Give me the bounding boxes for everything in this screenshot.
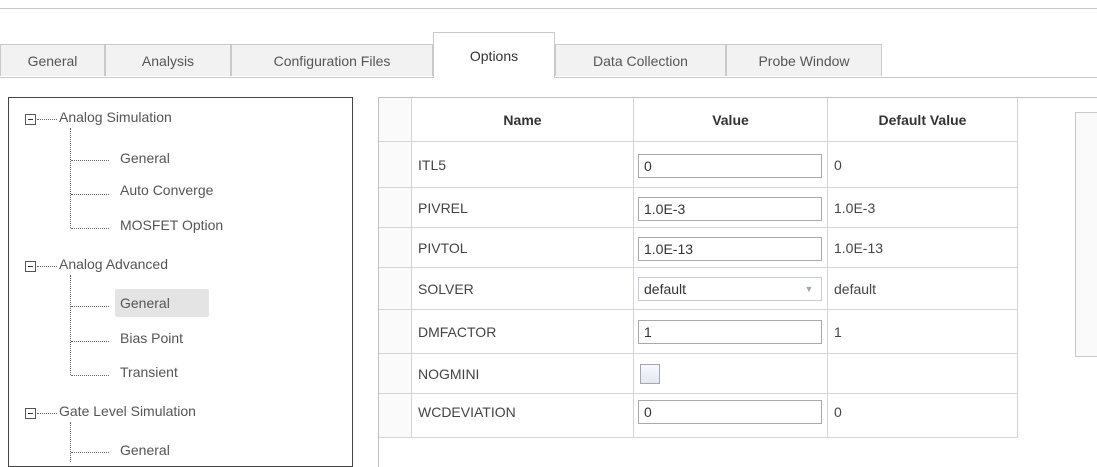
tree-item-general[interactable]: General: [120, 442, 170, 458]
tab-label: Options: [469, 47, 519, 64]
property-name: DMFACTOR: [412, 310, 634, 354]
tab-label: Configuration Files: [273, 52, 391, 69]
vertical-scrollbar[interactable]: [1075, 112, 1097, 357]
nogmini-checkbox[interactable]: [640, 364, 660, 384]
tab-configuration-files[interactable]: Configuration Files: [231, 44, 433, 76]
tree-connector: [37, 119, 57, 120]
collapse-icon[interactable]: [25, 261, 36, 272]
solver-combo-value: default: [644, 281, 687, 297]
tree-group-analog-simulation[interactable]: Analog Simulation: [59, 109, 172, 125]
tree-connector: [70, 422, 71, 462]
tree-connector: [37, 413, 57, 414]
tree-item-general-selected[interactable]: General: [120, 295, 170, 311]
column-header-value[interactable]: Value: [634, 98, 828, 142]
property-grid: Name Value Default Value ITL5 0 0 PIVREL…: [378, 97, 1097, 467]
dmfactor-value-input[interactable]: 1: [638, 320, 822, 344]
tree-group-gate-level-simulation[interactable]: Gate Level Simulation: [59, 403, 196, 419]
column-header-default-value[interactable]: Default Value: [828, 98, 1018, 142]
tab-label: Analysis: [141, 52, 195, 69]
tree-connector: [71, 306, 109, 307]
chevron-down-icon[interactable]: ▼: [797, 278, 821, 300]
property-name: SOLVER: [412, 268, 634, 310]
tree-connector: [37, 266, 57, 267]
property-value-cell: [634, 354, 828, 394]
property-default: 1.0E-3: [828, 188, 1018, 228]
tab-general[interactable]: General: [0, 44, 105, 76]
tree-connector: [71, 375, 109, 376]
tree-connector: [70, 128, 71, 228]
property-default: 1: [828, 310, 1018, 354]
tree-connector: [71, 160, 109, 161]
tab-label: Probe Window: [758, 52, 850, 69]
tree-item-auto-converge[interactable]: Auto Converge: [120, 182, 213, 198]
pivrel-value-input[interactable]: 1.0E-3: [638, 197, 822, 221]
tab-analysis[interactable]: Analysis: [105, 44, 231, 76]
collapse-icon[interactable]: [25, 114, 36, 125]
wcdeviation-value-input[interactable]: 0: [638, 400, 822, 424]
tab-label: General: [27, 52, 78, 69]
property-name: PIVREL: [412, 188, 634, 228]
row-header: [379, 188, 412, 228]
tree-group-analog-advanced[interactable]: Analog Advanced: [59, 256, 168, 272]
row-header: [379, 142, 412, 188]
tree-item-mosfet-option[interactable]: MOSFET Option: [120, 217, 223, 233]
row-header: [379, 98, 412, 142]
property-default: 1.0E-13: [828, 228, 1018, 268]
tab-probe-window[interactable]: Probe Window: [726, 44, 882, 76]
tree-connector: [71, 194, 109, 195]
tab-bar: General Analysis Configuration Files Opt…: [0, 0, 1097, 82]
tab-data-collection[interactable]: Data Collection: [555, 44, 726, 76]
solver-combo[interactable]: default ▼: [638, 277, 822, 301]
pivtol-value-input[interactable]: 1.0E-13: [638, 237, 822, 261]
tree-item-bias-point[interactable]: Bias Point: [120, 330, 183, 346]
row-header: [379, 394, 412, 438]
tree-connector: [71, 228, 109, 229]
row-header: [379, 310, 412, 354]
tree-connector: [71, 341, 109, 342]
tab-label: Data Collection: [593, 52, 688, 69]
itl5-value-input[interactable]: 0: [638, 154, 822, 178]
property-name: NOGMINI: [412, 354, 634, 394]
tree-connector: [70, 275, 71, 375]
property-name: PIVTOL: [412, 228, 634, 268]
options-tree[interactable]: Analog Simulation General Auto Converge …: [8, 97, 353, 467]
property-default: [828, 354, 1018, 394]
column-header-name[interactable]: Name: [412, 98, 634, 142]
property-name: ITL5: [412, 142, 634, 188]
tab-options[interactable]: Options: [433, 32, 555, 78]
tree-item-transient[interactable]: Transient: [120, 364, 178, 380]
property-default: 0: [828, 394, 1018, 438]
tree-item-general[interactable]: General: [120, 150, 170, 166]
row-header: [379, 354, 412, 394]
row-header: [379, 228, 412, 268]
property-default: default: [828, 268, 1018, 310]
property-name: WCDEVIATION: [412, 394, 634, 438]
row-header: [379, 268, 412, 310]
collapse-icon[interactable]: [25, 408, 36, 419]
property-default: 0: [828, 142, 1018, 188]
